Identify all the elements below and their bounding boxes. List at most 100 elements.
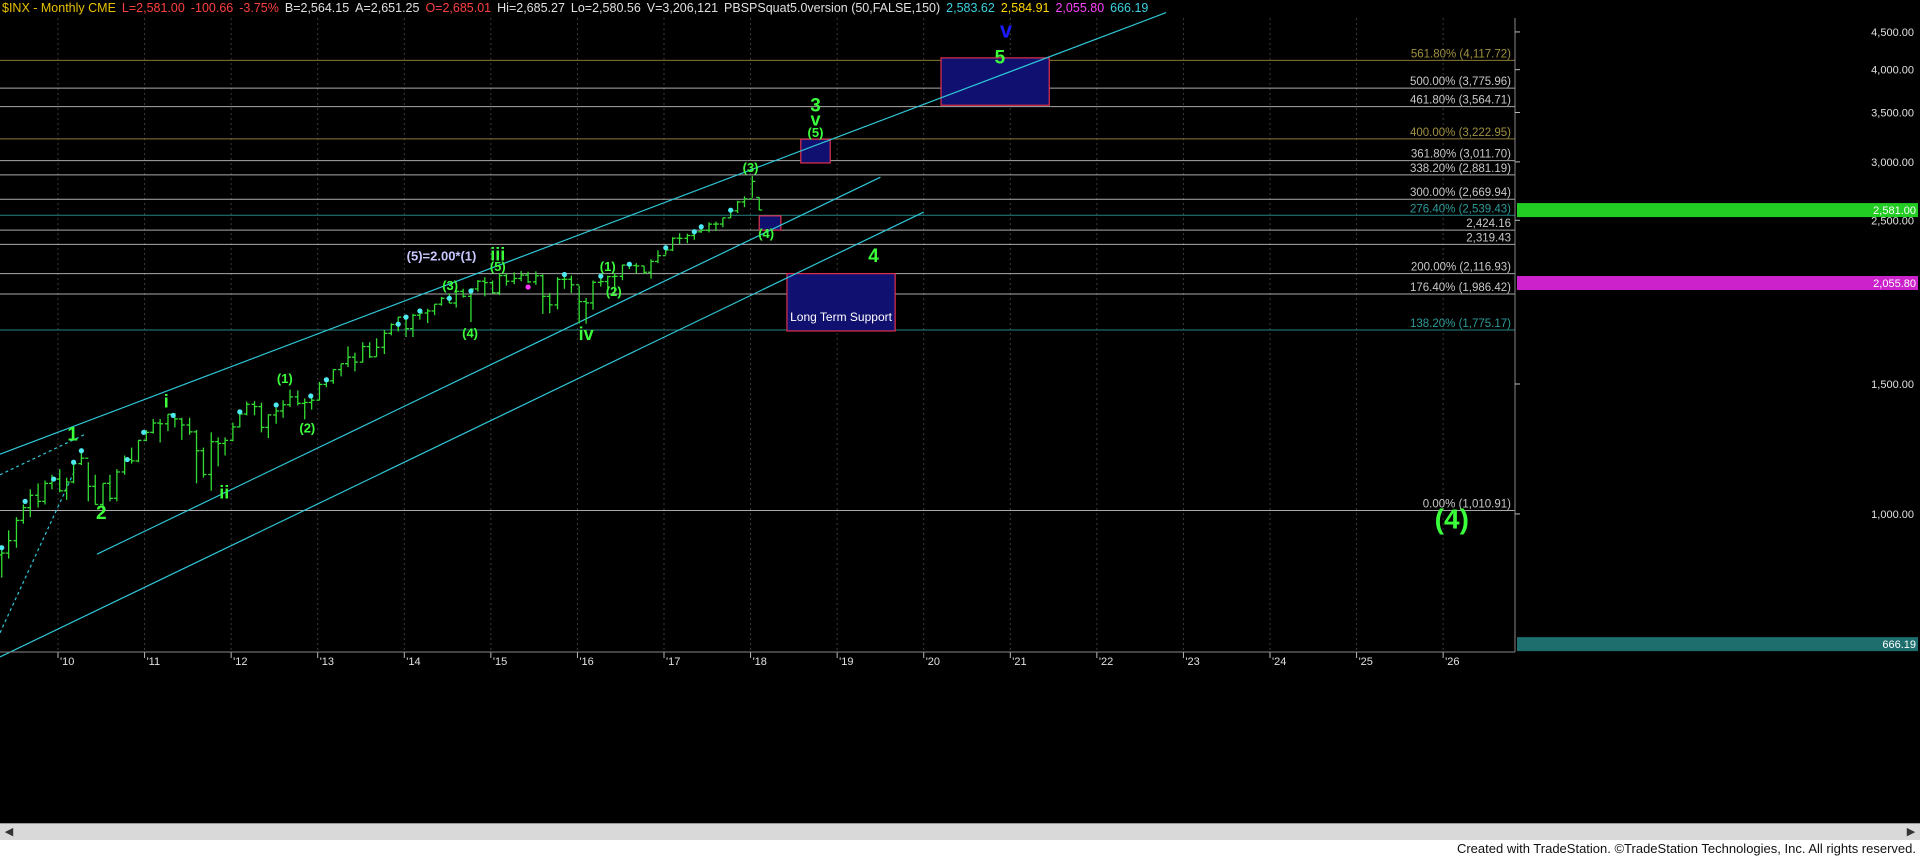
study-marker bbox=[237, 409, 243, 415]
x-tick-label: '10 bbox=[60, 656, 74, 668]
study-marker bbox=[561, 271, 568, 278]
x-tick-label: '11 bbox=[147, 656, 161, 668]
horizontal-scrollbar[interactable]: ◀ ▶ bbox=[0, 823, 1920, 841]
study-marker bbox=[273, 402, 279, 408]
fib-level-label: 276.40% (2,539.43) bbox=[1410, 203, 1511, 215]
fib-level-label: 200.00% (2,116.93) bbox=[1411, 262, 1511, 274]
price-tag-label: 2,055.80 bbox=[1873, 278, 1916, 290]
fib-level-label: 2,319.43 bbox=[1466, 232, 1511, 244]
study-marker bbox=[70, 459, 77, 465]
wave-label: i bbox=[164, 391, 169, 411]
fib-level-label: 338.20% (2,881.19) bbox=[1410, 163, 1511, 175]
price-tag-label: 666.19 bbox=[1882, 639, 1916, 651]
wave-label: 5 bbox=[995, 47, 1006, 68]
header-bid: B=2,564.15 bbox=[284, 1, 350, 15]
wave-label: iv bbox=[579, 324, 594, 344]
x-tick-label: '20 bbox=[926, 656, 940, 668]
chart-background bbox=[0, 0, 1920, 858]
wave-label: (1) bbox=[600, 259, 616, 274]
wave-label: (4) bbox=[758, 226, 774, 241]
header-study-val-1: 2,583.62 bbox=[946, 1, 995, 15]
study-marker-magenta bbox=[525, 284, 531, 290]
fib-level-label: 461.80% (3,564.71) bbox=[1410, 95, 1511, 107]
footer-credit: Created with TradeStation. ©TradeStation… bbox=[1456, 841, 1916, 856]
wave-label: ii bbox=[219, 482, 229, 502]
header-change: -100.66 bbox=[190, 1, 234, 15]
study-marker bbox=[22, 498, 28, 504]
x-tick-label: '16 bbox=[579, 656, 593, 668]
study-marker bbox=[51, 476, 57, 482]
y-tick-label: 2,500.00 bbox=[1871, 215, 1914, 227]
wave-label: (1) bbox=[277, 371, 293, 386]
study-marker bbox=[124, 456, 130, 463]
study-marker bbox=[663, 245, 669, 251]
y-tick-label: 1,500.00 bbox=[1871, 379, 1914, 391]
fib-level-label: 361.80% (3,011.70) bbox=[1411, 149, 1511, 161]
x-tick-label: '17 bbox=[666, 656, 680, 668]
x-tick-label: '21 bbox=[1012, 656, 1026, 668]
study-marker bbox=[308, 393, 314, 399]
study-marker bbox=[446, 295, 452, 301]
scroll-right-icon[interactable]: ▶ bbox=[1904, 825, 1918, 839]
target-box bbox=[800, 138, 831, 164]
x-tick-label: '26 bbox=[1445, 656, 1459, 668]
study-marker bbox=[468, 288, 474, 294]
header-ask: A=2,651.25 bbox=[355, 1, 420, 15]
study-marker bbox=[403, 314, 409, 320]
fib-level-label: 2,424.16 bbox=[1466, 218, 1511, 230]
x-tick-label: '13 bbox=[320, 656, 334, 668]
header-open: O=2,685.01 bbox=[425, 1, 492, 15]
fib-level-label: 176.40% (1,986.42) bbox=[1410, 282, 1511, 294]
x-tick-label: '24 bbox=[1272, 656, 1286, 668]
header-study: PBSPSquat5.0version (50,FALSE,150) bbox=[724, 1, 941, 15]
price-chart: 561.80% (4,117.72) 500.00% (3,775.96) 461.… bbox=[0, 0, 1920, 858]
x-tick-label: '18 bbox=[753, 656, 767, 668]
wave-label: (2) bbox=[299, 420, 315, 435]
header-study-val-3: 2,055.80 bbox=[1055, 1, 1105, 15]
study-marker bbox=[728, 207, 734, 213]
study-marker bbox=[691, 229, 697, 235]
wave-label: 3 bbox=[810, 96, 821, 117]
fib-level-label: 300.00% (2,669.94) bbox=[1410, 187, 1511, 199]
x-tick-label: '19 bbox=[839, 656, 853, 668]
fib-level-label: 500.00% (3,775.96) bbox=[1410, 76, 1511, 88]
fib-level-label: 138.20% (1,775.17) bbox=[1410, 318, 1511, 330]
header-low: Lo=2,580.56 bbox=[570, 1, 641, 15]
header-study-val-4: 666.19 bbox=[1110, 1, 1149, 15]
x-tick-label: '15 bbox=[493, 656, 507, 668]
study-marker bbox=[598, 273, 604, 279]
chart-header: $INX - Monthly CME L=2,581.00 -100.66 -3.75… bbox=[2, 1, 1154, 17]
study-marker bbox=[395, 321, 401, 327]
price-tag-bg bbox=[1517, 275, 1918, 290]
box-label: Long Term Support bbox=[790, 310, 893, 324]
y-tick-label: 4,500.00 bbox=[1871, 27, 1914, 39]
price-tag-bg bbox=[1517, 203, 1918, 218]
footer: Created with TradeStation. ©TradeStation… bbox=[0, 840, 1920, 858]
y-tick-label: 3,500.00 bbox=[1871, 107, 1914, 119]
wave-label: (3) bbox=[743, 160, 759, 175]
study-marker bbox=[141, 429, 147, 435]
x-tick-label: '23 bbox=[1185, 656, 1199, 668]
header-symbol: $INX - Monthly CME bbox=[2, 1, 116, 15]
wave-label: (3) bbox=[442, 278, 458, 293]
wave-label: 2 bbox=[96, 503, 107, 524]
x-tick-label: '12 bbox=[233, 656, 247, 668]
study-marker bbox=[323, 377, 329, 383]
study-marker bbox=[626, 261, 632, 267]
header-last: L=2,581.00 bbox=[121, 1, 185, 15]
study-marker bbox=[417, 308, 423, 314]
wave-label: 1 bbox=[67, 424, 78, 445]
x-tick-label: '22 bbox=[1099, 656, 1113, 668]
header-change-pct: -3.75% bbox=[239, 1, 279, 15]
scroll-left-icon[interactable]: ◀ bbox=[2, 825, 16, 839]
fib-level-label: 400.00% (3,222.95) bbox=[1410, 127, 1511, 139]
wave-label: (5) bbox=[490, 259, 506, 274]
y-tick-label: 3,000.00 bbox=[1871, 157, 1914, 169]
y-tick-label: 1,000.00 bbox=[1871, 509, 1914, 521]
wave-label: v bbox=[1000, 18, 1013, 43]
header-high: Hi=2,685.27 bbox=[497, 1, 565, 15]
x-tick-label: '25 bbox=[1359, 656, 1373, 668]
study-marker bbox=[698, 224, 704, 230]
header-volume: V=3,206,121 bbox=[646, 1, 719, 15]
y-tick-label: 4,000.00 bbox=[1871, 65, 1914, 77]
